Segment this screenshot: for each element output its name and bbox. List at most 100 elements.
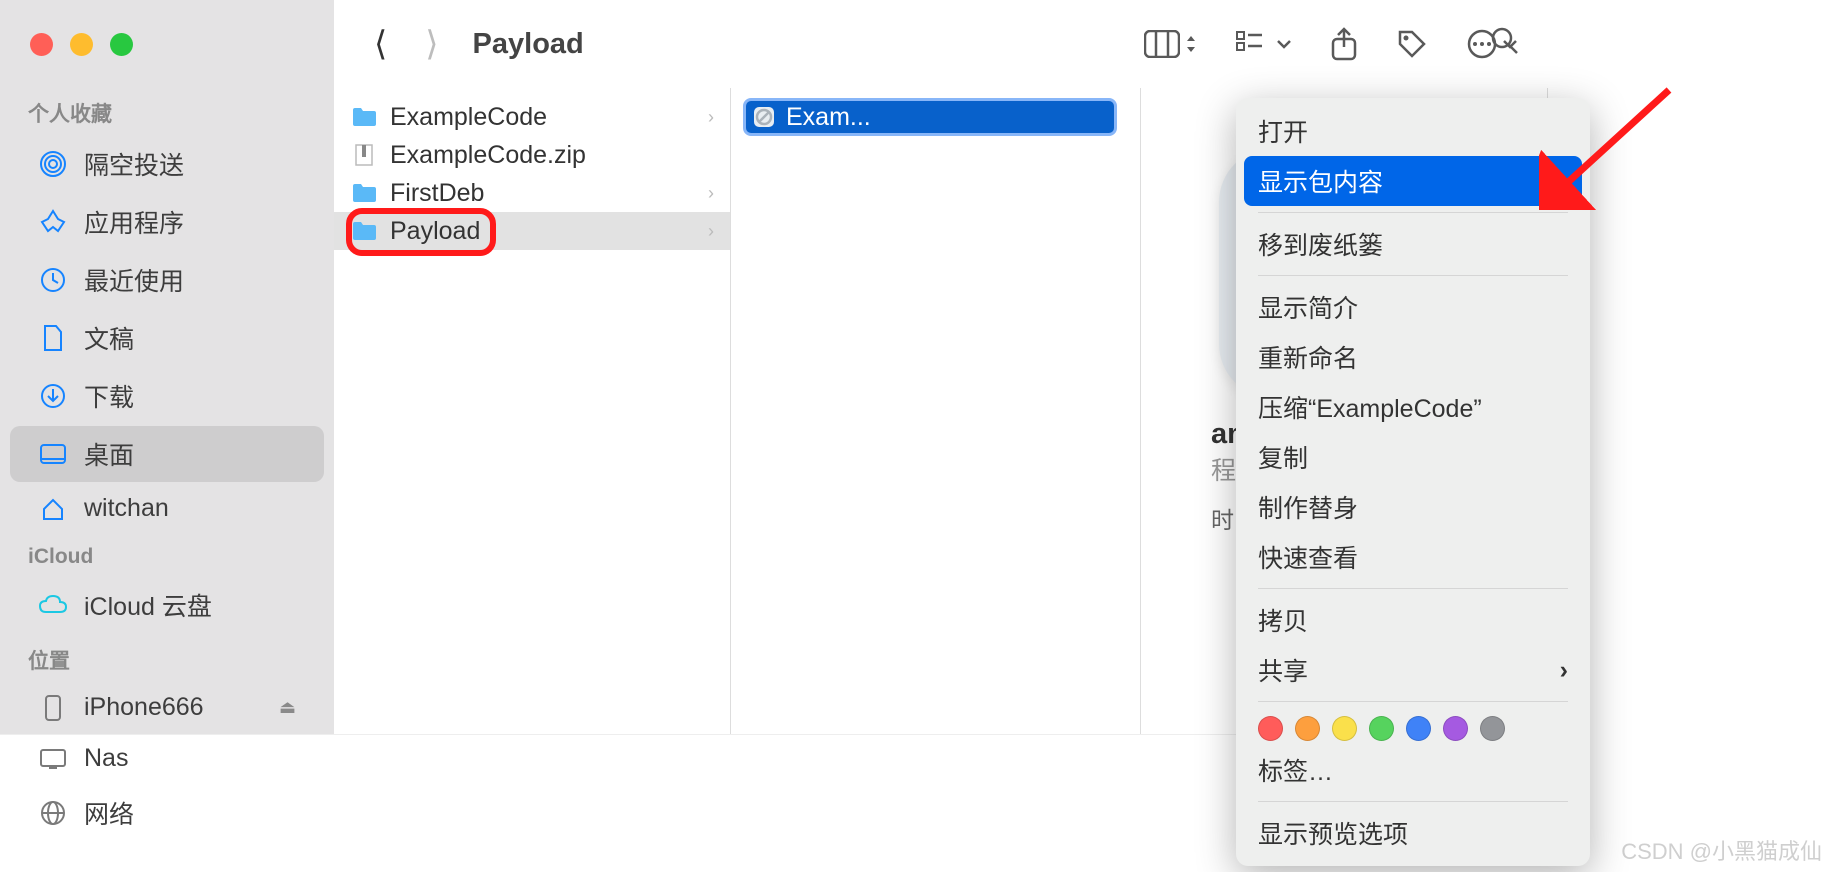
sidebar-item-icloud-drive[interactable]: iCloud 云盘 (10, 577, 324, 633)
eject-icon[interactable]: ⏏ (279, 697, 296, 718)
sidebar-item-label: iPhone666 (84, 693, 204, 722)
search-button[interactable] (1490, 26, 1520, 61)
menu-separator (1258, 212, 1568, 213)
fullscreen-window-button[interactable] (110, 33, 133, 56)
file-name: FirstDeb (390, 179, 484, 208)
menu-item-compress[interactable]: 压缩“ExampleCode” (1244, 382, 1582, 432)
menu-item-make-alias[interactable]: 制作替身 (1244, 482, 1582, 532)
tag-color-blue[interactable] (1406, 716, 1431, 741)
tag-color-green[interactable] (1369, 716, 1394, 741)
group-by-button[interactable] (1236, 31, 1292, 57)
back-button[interactable]: ⟨ (374, 24, 387, 64)
window-controls (20, 33, 354, 56)
forward-button[interactable]: ⟩ (425, 24, 438, 64)
menu-separator (1258, 701, 1568, 702)
sidebar-item-label: 最近使用 (84, 262, 184, 298)
sidebar-item-phone[interactable]: iPhone666 ⏏ (10, 683, 324, 732)
menu-tag-colors (1244, 708, 1582, 745)
file-row[interactable]: ExampleCode › (334, 98, 730, 136)
menu-item-tags[interactable]: 标签… (1244, 745, 1582, 795)
file-row[interactable]: FirstDeb › (334, 174, 730, 212)
menu-item-open[interactable]: 打开 (1244, 106, 1582, 156)
sidebar-item-label: 下载 (84, 378, 134, 414)
menu-separator (1258, 588, 1568, 589)
sidebar-locations-header: 位置 (0, 635, 334, 681)
view-columns-button[interactable] (1144, 30, 1198, 58)
airdrop-icon (38, 151, 68, 177)
sidebar-item-network[interactable]: 网络 (10, 785, 324, 841)
menu-item-show-package-contents[interactable]: 显示包内容 (1244, 156, 1582, 206)
sidebar-item-nas[interactable]: Nas (10, 734, 324, 783)
recents-icon (38, 267, 68, 293)
navigation-arrows: ⟨ ⟩ (374, 24, 439, 64)
tags-button[interactable] (1396, 28, 1428, 60)
folder-icon (350, 183, 378, 203)
network-icon (38, 800, 68, 826)
menu-separator (1258, 801, 1568, 802)
sidebar-item-label: 桌面 (84, 436, 134, 472)
zip-icon (350, 143, 378, 167)
sidebar-item-label: 隔空投送 (84, 146, 184, 182)
sidebar-item-apps[interactable]: 应用程序 (10, 194, 324, 250)
sidebar-item-home[interactable]: witchan (10, 484, 324, 533)
sidebar-item-label: Nas (84, 744, 128, 773)
column-1: ExampleCode › ExampleCode.zip FirstDeb ›… (334, 88, 731, 734)
column-view: ExampleCode › ExampleCode.zip FirstDeb ›… (334, 0, 1548, 734)
home-icon (38, 496, 68, 522)
phone-icon (38, 694, 68, 722)
prohibit-app-icon (752, 105, 776, 129)
file-row[interactable]: ExampleCode.zip (334, 136, 730, 174)
file-row[interactable]: Payload › (334, 212, 730, 250)
app-item-selected[interactable]: Exam... (743, 98, 1117, 136)
sidebar-icloud-header: iCloud (0, 535, 334, 575)
file-name: Exam... (786, 103, 871, 132)
tag-color-yellow[interactable] (1332, 716, 1357, 741)
chevron-right-icon: › (708, 107, 714, 128)
sidebar-item-label: 应用程序 (84, 204, 184, 240)
menu-item-get-info[interactable]: 显示简介 (1244, 282, 1582, 332)
menu-item-trash[interactable]: 移到废纸篓 (1244, 219, 1582, 269)
watermark: CSDN @小黑猫成仙 (1621, 834, 1822, 866)
menu-item-duplicate[interactable]: 复制 (1244, 432, 1582, 482)
tag-color-orange[interactable] (1295, 716, 1320, 741)
apps-icon (38, 209, 68, 235)
chevron-right-icon: › (1560, 656, 1568, 685)
sidebar-item-downloads[interactable]: 下载 (10, 368, 324, 424)
sidebar-item-recents[interactable]: 最近使用 (10, 252, 324, 308)
sidebar-favorites-header: 个人收藏 (0, 88, 334, 134)
folder-icon (350, 221, 378, 241)
menu-item-copy[interactable]: 拷贝 (1244, 595, 1582, 645)
sidebar: 个人收藏 隔空投送 应用程序 最近使用 文稿 下载 桌面 witchan (0, 0, 334, 734)
downloads-icon (38, 383, 68, 409)
desktop-icon (38, 443, 68, 465)
chevron-right-icon: › (708, 221, 714, 242)
close-window-button[interactable] (30, 33, 53, 56)
folder-icon (350, 107, 378, 127)
menu-item-preview-options[interactable]: 显示预览选项 (1244, 808, 1582, 858)
menu-item-share[interactable]: 共享› (1244, 645, 1582, 695)
sidebar-item-label: witchan (84, 494, 169, 523)
sidebar-item-desktop[interactable]: 桌面 (10, 426, 324, 482)
file-name: ExampleCode.zip (390, 141, 586, 170)
column-2: Exam... 打开 显示包内容 移到废纸篓 显示简介 重新命名 压缩“Exam… (731, 88, 1141, 734)
tag-color-purple[interactable] (1443, 716, 1468, 741)
sidebar-item-label: 网络 (84, 795, 134, 831)
file-name: ExampleCode (390, 103, 547, 132)
file-name: Payload (390, 217, 480, 246)
toolbar: ⟨ ⟩ Payload (0, 0, 1548, 88)
sidebar-item-documents[interactable]: 文稿 (10, 310, 324, 366)
share-button[interactable] (1330, 27, 1358, 61)
tag-color-gray[interactable] (1480, 716, 1505, 741)
minimize-window-button[interactable] (70, 33, 93, 56)
sidebar-item-airdrop[interactable]: 隔空投送 (10, 136, 324, 192)
chevron-right-icon: › (708, 183, 714, 204)
menu-separator (1258, 275, 1568, 276)
documents-icon (38, 324, 68, 352)
cloud-icon (38, 594, 68, 616)
sidebar-item-label: 文稿 (84, 320, 134, 356)
menu-item-rename[interactable]: 重新命名 (1244, 332, 1582, 382)
menu-item-quicklook[interactable]: 快速查看 (1244, 532, 1582, 582)
sidebar-item-label: iCloud 云盘 (84, 587, 212, 623)
tag-color-red[interactable] (1258, 716, 1283, 741)
context-menu: 打开 显示包内容 移到废纸篓 显示简介 重新命名 压缩“ExampleCode”… (1236, 98, 1590, 866)
